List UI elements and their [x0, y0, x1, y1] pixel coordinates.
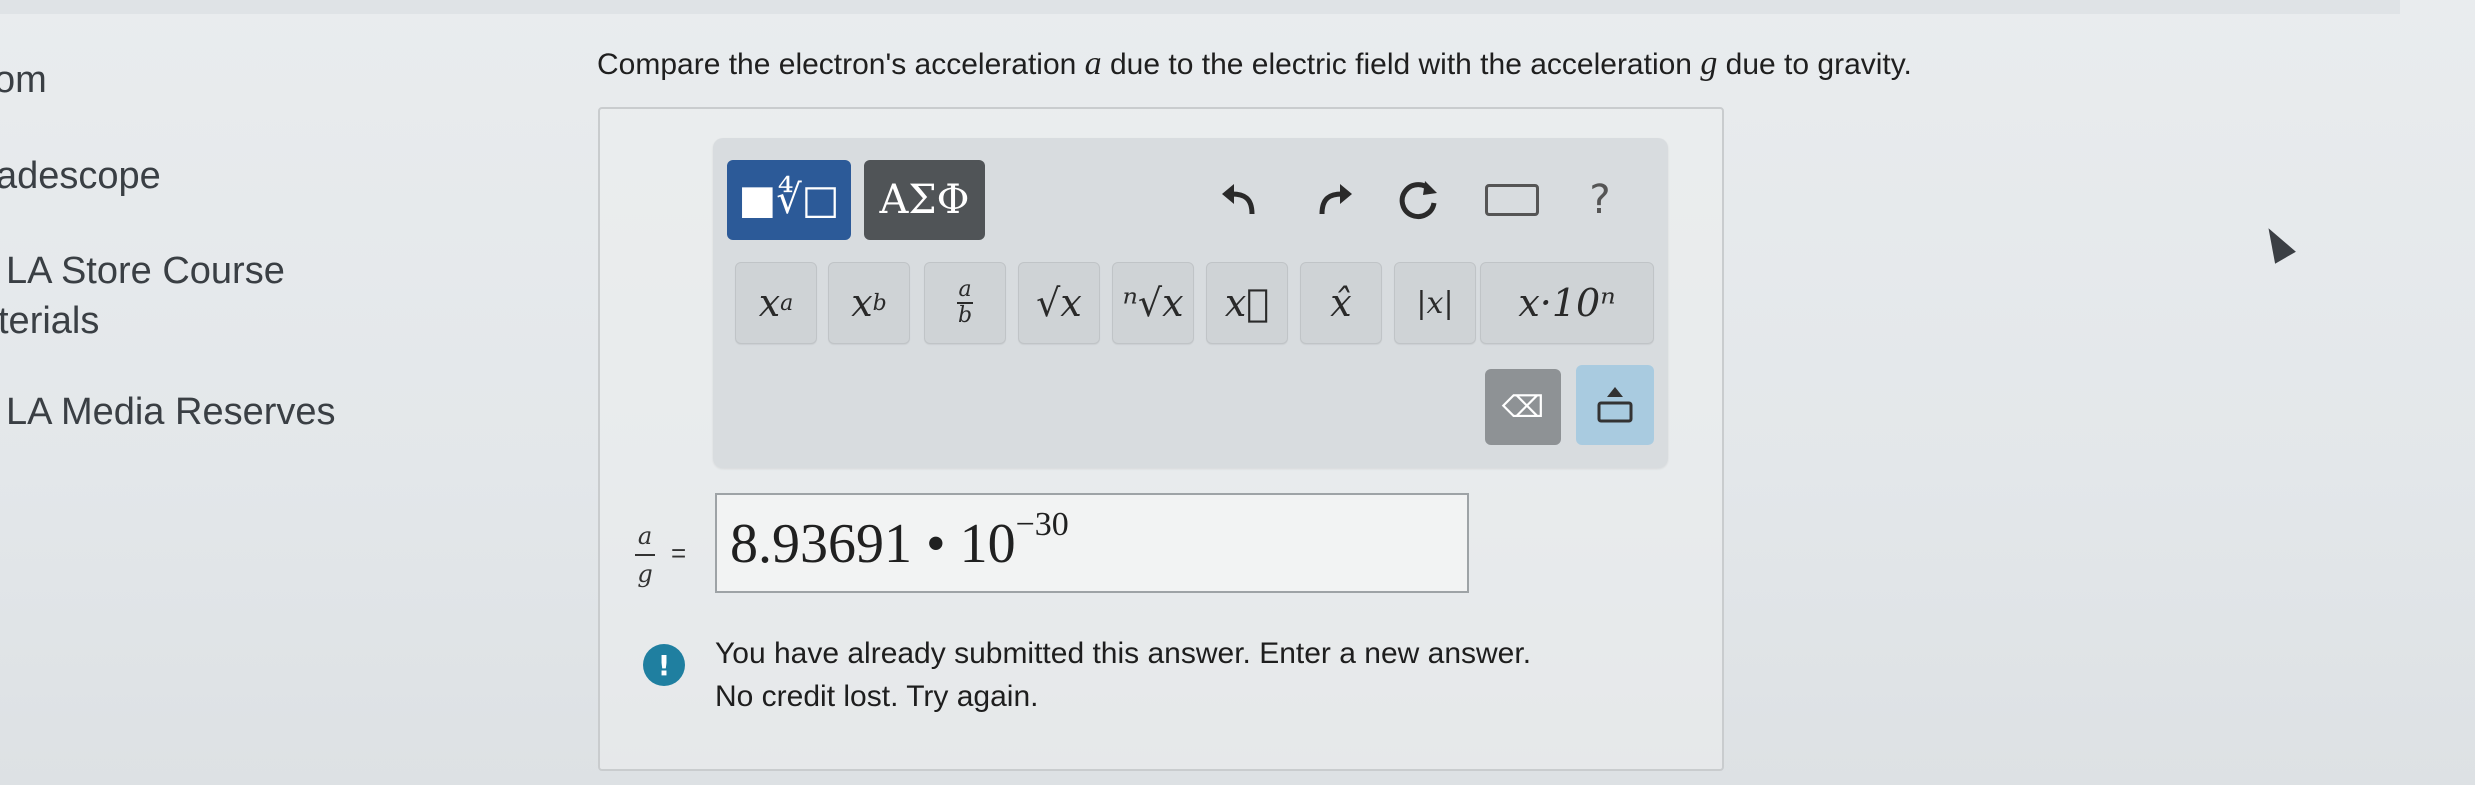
- answer-mantissa: 8.93691 • 10: [730, 513, 1016, 575]
- frac-num: a: [958, 277, 972, 302]
- fraction-glyph: ab: [957, 279, 973, 327]
- absolute-value-button[interactable]: |x|: [1394, 262, 1476, 344]
- nth-root-button[interactable]: ⁿ√x: [1112, 262, 1194, 344]
- answer-value[interactable]: 8.93691 • 10−30: [730, 506, 1069, 576]
- btn-base: x: [758, 281, 781, 325]
- var-a: a: [1084, 45, 1102, 82]
- scientific-notation-button[interactable]: x·10ⁿ: [1480, 262, 1654, 344]
- sidebar-item-gradescope[interactable]: adescope: [0, 151, 161, 201]
- subscript-button[interactable]: xb: [828, 262, 910, 344]
- warning-icon: !: [643, 644, 685, 686]
- btn-sup: a: [780, 290, 794, 316]
- unit-vector-button[interactable]: x̂: [1300, 262, 1382, 344]
- tab-greek-symbols[interactable]: ΑΣΦ: [864, 160, 985, 240]
- superscript-button[interactable]: xa: [735, 262, 817, 344]
- feedback-line1: You have already submitted this answer. …: [715, 637, 1532, 670]
- fraction-button[interactable]: ab: [924, 262, 1006, 344]
- question-text: Compare the electron's acceleration a du…: [597, 45, 1912, 83]
- btn-base: x: [851, 281, 873, 325]
- sidebar-item-partial[interactable]: om: [0, 55, 47, 105]
- ratio-num: a: [637, 522, 653, 550]
- feedback-message: You have already submitted this answer. …: [715, 632, 1531, 718]
- btn-sub: b: [872, 290, 887, 316]
- tab-math-templates[interactable]: ■∜□: [727, 160, 851, 240]
- vector-button[interactable]: x⃗: [1206, 262, 1288, 344]
- var-g: g: [1700, 45, 1718, 82]
- sidebar-item-media-reserves[interactable]: LA Media Reserves: [6, 387, 336, 437]
- feedback-line2: No credit lost. Try again.: [715, 680, 1039, 713]
- help-button[interactable]: ?: [1570, 170, 1630, 230]
- equals-sign: =: [671, 538, 687, 568]
- question-middle: due to the electric field with the accel…: [1101, 48, 1701, 81]
- ratio-den: g: [637, 560, 653, 588]
- sidebar-item-store-course-cont[interactable]: terials: [0, 296, 99, 346]
- undo-icon[interactable]: [1210, 170, 1270, 230]
- reset-icon[interactable]: [1388, 170, 1448, 230]
- question-prefix: Compare the electron's acceleration: [597, 48, 1085, 81]
- sidebar: om adescope LA Store Course terials LA M…: [0, 0, 520, 785]
- keyboard-icon[interactable]: [1482, 170, 1542, 230]
- sqrt-button[interactable]: √x: [1018, 262, 1100, 344]
- sidebar-item-store-course[interactable]: LA Store Course: [6, 246, 285, 296]
- question-suffix: due to gravity.: [1717, 48, 1912, 81]
- ratio-label: a g: [630, 522, 660, 588]
- answer-exponent: −30: [1015, 506, 1069, 543]
- redo-icon[interactable]: [1304, 170, 1364, 230]
- frac-den: b: [957, 303, 973, 328]
- delete-icon[interactable]: ⌫: [1485, 369, 1561, 445]
- mouse-cursor: [2258, 222, 2296, 264]
- toggle-keyboard-icon[interactable]: [1576, 365, 1654, 445]
